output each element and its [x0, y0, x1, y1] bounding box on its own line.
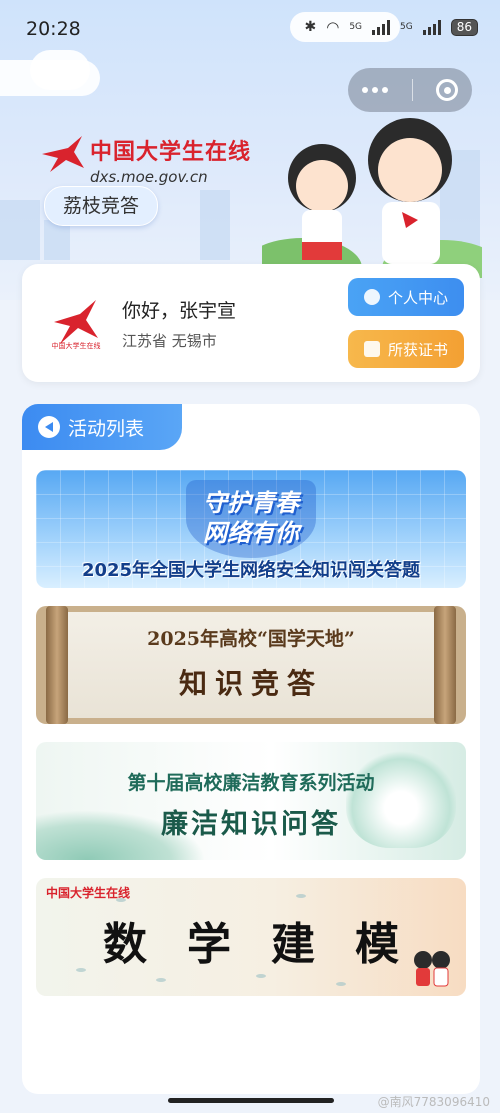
speaker-icon: [38, 416, 60, 438]
user-location: 江苏省 无锡市: [122, 332, 217, 350]
brand-logo: 中国大学生在线 dxs.moe.gov.cn: [38, 134, 251, 186]
personal-center-label: 个人中心: [387, 288, 448, 307]
banner-title: 数学建模: [103, 919, 439, 970]
header-banner: 20:28 ✱ ◠ 5G 5G 86 中国大学生在线 dxs.moe.gov.c…: [0, 0, 500, 300]
clock: 20:28: [26, 18, 81, 40]
mascot-icon: [414, 951, 450, 987]
activity-banner-integrity[interactable]: 第十届高校廉洁教育系列活动 廉洁知识问答: [36, 742, 466, 860]
mascot-illustration: [262, 118, 482, 278]
personal-center-button[interactable]: 个人中心: [348, 278, 464, 316]
banner-title: 2025年全国大学生网络安全知识闯关答题: [81, 560, 421, 581]
activity-list-header: 活动列表: [22, 404, 182, 450]
banner-title: 廉洁知识问答: [161, 809, 341, 840]
network-label: 5G: [349, 22, 363, 32]
banner-slogan: 守护青春 网络有你: [203, 489, 299, 547]
event-tag: 荔枝竞答: [44, 186, 159, 226]
banner-title: 知识竞答: [178, 667, 323, 700]
status-bar: 20:28 ✱ ◠ 5G 5G 86: [0, 0, 500, 58]
brand-url: dxs.moe.gov.cn: [90, 168, 208, 186]
activity-list-title: 活动列表: [68, 417, 145, 440]
user-avatar-logo: 中国大学生在线: [52, 300, 101, 350]
banner-subtitle: 2025年高校“国学天地”: [147, 628, 355, 650]
user-card: 中国大学生在线 你好，张宇宣 江苏省 无锡市 个人中心 所获证书: [22, 264, 480, 382]
close-target-icon[interactable]: [436, 79, 458, 101]
activity-banner-guoxue[interactable]: 2025年高校“国学天地” 知识竞答: [36, 606, 466, 724]
certificate-label: 所获证书: [387, 340, 448, 359]
logo-caption: 中国大学生在线: [52, 341, 101, 350]
certificate-icon: [363, 341, 380, 357]
wifi-icon: ◠: [326, 18, 340, 36]
building-decoration: [0, 200, 40, 260]
signal-icon: [372, 19, 391, 35]
signal-icon: [422, 19, 441, 35]
more-icon[interactable]: [362, 87, 388, 93]
battery-indicator: 86: [450, 18, 478, 36]
greeting: 你好，张宇宣: [122, 300, 237, 322]
activity-list: 活动列表 守护青春 网络有你 2025年全国大学生网络安全知识闯关答题 2025…: [22, 404, 480, 1094]
user-icon: [363, 289, 380, 305]
brand-title: 中国大学生在线: [90, 140, 252, 165]
bluetooth-icon: ✱: [304, 19, 317, 35]
watermark: @南风7783096410: [377, 1095, 490, 1109]
building-decoration: [200, 190, 230, 260]
network-label: 5G: [400, 22, 413, 32]
home-indicator[interactable]: [168, 1098, 334, 1103]
brand-star-icon: [42, 136, 84, 172]
activity-banner-math-modeling[interactable]: 中国大学生在线 数学建模: [36, 878, 466, 996]
banner-subtitle: 第十届高校廉洁教育系列活动: [127, 772, 375, 794]
building-decoration: [44, 220, 70, 260]
miniprogram-capsule: [348, 68, 472, 112]
certificate-button[interactable]: 所获证书: [348, 330, 464, 368]
activity-banner-cybersecurity[interactable]: 守护青春 网络有你 2025年全国大学生网络安全知识闯关答题: [36, 470, 466, 588]
